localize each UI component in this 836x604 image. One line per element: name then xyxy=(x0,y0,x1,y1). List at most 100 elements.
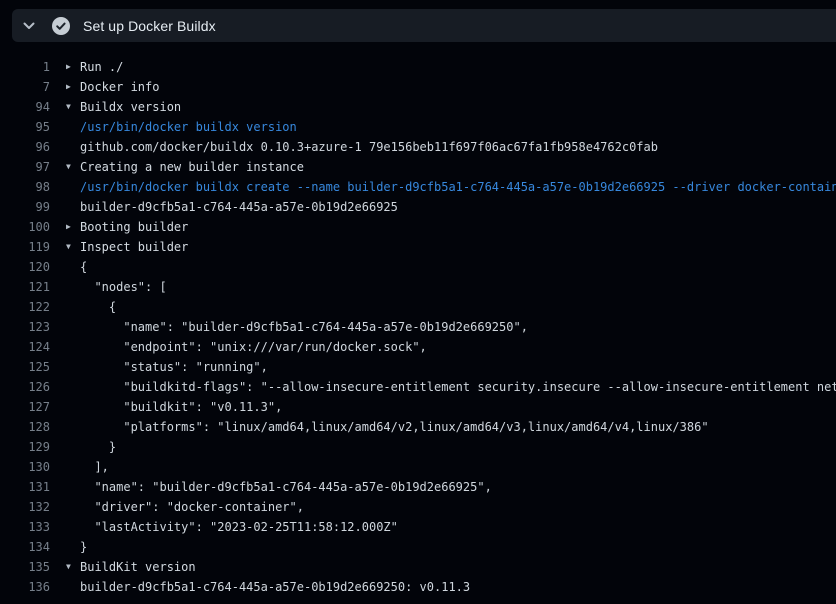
log-text: Inspect builder xyxy=(80,237,188,257)
line-number[interactable]: 99 xyxy=(0,197,50,217)
log-line[interactable]: 7 ▶ Docker info xyxy=(0,77,836,97)
line-number[interactable]: 128 xyxy=(0,417,50,437)
log-text: builder-d9cfb5a1-c764-445a-a57e-0b19d2e6… xyxy=(80,197,398,217)
log-line[interactable]: 94 ▼ Buildx version xyxy=(0,97,836,117)
log-line: 122 { xyxy=(0,297,836,317)
log-text: Buildx version xyxy=(80,97,181,117)
group-arrow-icon xyxy=(66,537,80,557)
log-text: { xyxy=(80,257,87,277)
group-arrow-expanded-icon[interactable]: ▼ xyxy=(66,97,80,117)
log-text: Docker info xyxy=(80,77,159,97)
group-arrow-expanded-icon[interactable]: ▼ xyxy=(66,157,80,177)
log-line: 98 /usr/bin/docker buildx create --name … xyxy=(0,177,836,197)
group-arrow-icon xyxy=(66,257,80,277)
line-number[interactable]: 97 xyxy=(0,157,50,177)
log-line[interactable]: 97 ▼ Creating a new builder instance xyxy=(0,157,836,177)
log-text: } xyxy=(80,537,87,557)
group-arrow-collapsed-icon[interactable]: ▶ xyxy=(66,217,80,237)
line-number[interactable]: 96 xyxy=(0,137,50,157)
group-arrow-icon xyxy=(66,397,80,417)
log-text: { xyxy=(80,297,116,317)
log-line: 136 builder-d9cfb5a1-c764-445a-a57e-0b19… xyxy=(0,577,836,597)
line-number[interactable]: 131 xyxy=(0,477,50,497)
log-text: BuildKit version xyxy=(80,557,196,577)
line-number[interactable]: 122 xyxy=(0,297,50,317)
log-line: 131 "name": "builder-d9cfb5a1-c764-445a-… xyxy=(0,477,836,497)
line-number[interactable]: 130 xyxy=(0,457,50,477)
line-number[interactable]: 124 xyxy=(0,337,50,357)
log-line: 96 github.com/docker/buildx 0.10.3+azure… xyxy=(0,137,836,157)
chevron-down-icon[interactable] xyxy=(17,14,41,38)
log-line: 128 "platforms": "linux/amd64,linux/amd6… xyxy=(0,417,836,437)
log-line: 125 "status": "running", xyxy=(0,357,836,377)
group-arrow-icon xyxy=(66,337,80,357)
group-arrow-icon xyxy=(66,317,80,337)
line-number[interactable]: 100 xyxy=(0,217,50,237)
log-text: Run ./ xyxy=(80,57,123,77)
line-number[interactable]: 94 xyxy=(0,97,50,117)
log-text: ], xyxy=(80,457,109,477)
line-number[interactable]: 132 xyxy=(0,497,50,517)
group-arrow-icon xyxy=(66,577,80,597)
log-text: "buildkitd-flags": "--allow-insecure-ent… xyxy=(80,377,836,397)
line-number[interactable]: 120 xyxy=(0,257,50,277)
line-number[interactable]: 123 xyxy=(0,317,50,337)
group-arrow-expanded-icon[interactable]: ▼ xyxy=(66,557,80,577)
group-arrow-icon xyxy=(66,117,80,137)
log-text: "driver": "docker-container", xyxy=(80,497,304,517)
group-arrow-icon xyxy=(66,277,80,297)
line-number[interactable]: 127 xyxy=(0,397,50,417)
group-arrow-icon xyxy=(66,477,80,497)
log-line[interactable]: 1 ▶ Run ./ xyxy=(0,57,836,77)
group-arrow-icon xyxy=(66,517,80,537)
group-arrow-collapsed-icon[interactable]: ▶ xyxy=(66,57,80,77)
line-number[interactable]: 1 xyxy=(0,57,50,77)
log-line: 99 builder-d9cfb5a1-c764-445a-a57e-0b19d… xyxy=(0,197,836,217)
log-line: 95 /usr/bin/docker buildx version xyxy=(0,117,836,137)
line-number[interactable]: 7 xyxy=(0,77,50,97)
line-number[interactable]: 121 xyxy=(0,277,50,297)
group-arrow-collapsed-icon[interactable]: ▶ xyxy=(66,77,80,97)
log-line: 132 "driver": "docker-container", xyxy=(0,497,836,517)
check-circle-icon xyxy=(52,17,70,35)
line-number[interactable]: 125 xyxy=(0,357,50,377)
line-number[interactable]: 119 xyxy=(0,237,50,257)
group-arrow-expanded-icon[interactable]: ▼ xyxy=(66,237,80,257)
log-text: "status": "running", xyxy=(80,357,268,377)
line-number[interactable]: 129 xyxy=(0,437,50,457)
log-text: "buildkit": "v0.11.3", xyxy=(80,397,282,417)
group-arrow-icon xyxy=(66,137,80,157)
log-line[interactable]: 135 ▼ BuildKit version xyxy=(0,557,836,577)
line-number[interactable]: 98 xyxy=(0,177,50,197)
group-arrow-icon xyxy=(66,457,80,477)
log-line: 129 } xyxy=(0,437,836,457)
group-arrow-icon xyxy=(66,177,80,197)
group-arrow-icon xyxy=(66,497,80,517)
group-arrow-icon xyxy=(66,437,80,457)
log-line[interactable]: 100 ▶ Booting builder xyxy=(0,217,836,237)
log-line: 127 "buildkit": "v0.11.3", xyxy=(0,397,836,417)
group-arrow-icon xyxy=(66,377,80,397)
log-text: "name": "builder-d9cfb5a1-c764-445a-a57e… xyxy=(80,477,492,497)
line-number[interactable]: 135 xyxy=(0,557,50,577)
group-arrow-icon xyxy=(66,417,80,437)
log-line: 134 } xyxy=(0,537,836,557)
log-line: 124 "endpoint": "unix:///var/run/docker.… xyxy=(0,337,836,357)
log-text: Booting builder xyxy=(80,217,188,237)
log-line: 121 "nodes": [ xyxy=(0,277,836,297)
log-text: } xyxy=(80,437,116,457)
line-number[interactable]: 133 xyxy=(0,517,50,537)
line-number[interactable]: 126 xyxy=(0,377,50,397)
step-title: Set up Docker Buildx xyxy=(83,18,216,34)
log-line: 133 "lastActivity": "2023-02-25T11:58:12… xyxy=(0,517,836,537)
log-text: "nodes": [ xyxy=(80,277,167,297)
line-number[interactable]: 95 xyxy=(0,117,50,137)
log-line[interactable]: 119 ▼ Inspect builder xyxy=(0,237,836,257)
log-line: 126 "buildkitd-flags": "--allow-insecure… xyxy=(0,377,836,397)
line-number[interactable]: 136 xyxy=(0,577,50,597)
line-number[interactable]: 134 xyxy=(0,537,50,557)
log-text: "endpoint": "unix:///var/run/docker.sock… xyxy=(80,337,427,357)
step-header[interactable]: Set up Docker Buildx xyxy=(12,9,836,42)
log-viewer: 1 ▶ Run ./ 7 ▶ Docker info 94 ▼ Buildx v… xyxy=(0,57,836,597)
log-line: 123 "name": "builder-d9cfb5a1-c764-445a-… xyxy=(0,317,836,337)
